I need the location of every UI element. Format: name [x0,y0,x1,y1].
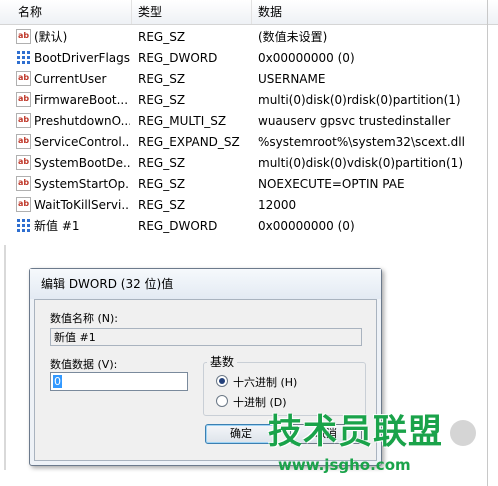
value-data: 0x00000000 (0) [258,51,355,65]
value-name: SystemBootDe... [34,156,130,170]
string-value-icon: ab [16,92,31,107]
registry-value-row[interactable]: ab PreshutdownO... REG_MULTI_SZ wuauserv gp… [0,111,498,132]
value-data: (数值未设置) [258,30,328,44]
registry-value-row[interactable]: ab (默认) REG_SZ (数值未设置) [0,27,498,48]
registry-value-list: 名称 类型 数据 ab (默认) REG_SZ (数值未设置) BootDriverFl… [0,0,498,245]
list-header: 名称 类型 数据 [0,0,498,25]
base-group-title: 基数 [207,353,238,370]
value-data-text: 0 [53,375,62,388]
value-type: REG_SZ [138,177,186,191]
watermark-url: www.jsgho.com [278,456,411,474]
column-header-data[interactable]: 数据 [254,0,498,24]
value-name: WaitToKillServi... [34,198,130,212]
value-type: REG_SZ [138,93,186,107]
value-name: FirmwareBoot... [34,93,129,107]
value-data: wuauserv gpsvc trustedinstaller [258,114,451,128]
radio-decimal[interactable] [216,395,228,407]
value-name-label: 数值名称 (N): [50,312,119,325]
radio-hex[interactable] [216,375,228,387]
value-type: REG_SZ [138,72,186,86]
watermark: 技术员联盟 www.jsgho.com [268,410,476,482]
string-value-icon: ab [16,29,31,44]
value-data-input[interactable]: 0 [50,372,188,391]
value-name: BootDriverFlags [34,51,130,65]
value-type: REG_DWORD [138,51,218,65]
value-data: %systemroot%\system32\scext.dll [258,135,465,149]
right-scroll-edge [487,0,488,486]
value-name: 新值 #1 [34,219,80,233]
string-value-icon: ab [16,113,31,128]
watermark-brand: 技术员联盟 [268,412,443,452]
registry-value-row[interactable]: ab FirmwareBoot... REG_SZ multi(0)disk(0)rd… [0,90,498,111]
value-type: REG_MULTI_SZ [138,114,227,128]
string-value-icon: ab [16,197,31,212]
registry-value-row[interactable]: ab CurrentUser REG_SZ USERNAME [0,69,498,90]
value-name: ServiceControl... [34,135,130,149]
column-header-name[interactable]: 名称 [14,0,132,24]
string-value-icon: ab [16,71,31,86]
registry-value-row[interactable]: ab SystemStartOp... REG_SZ NOEXECUTE=OPTIN… [0,174,498,195]
string-value-icon: ab [16,176,31,191]
left-border [4,245,6,470]
dialog-title: 编辑 DWORD (32 位)值 [41,277,174,291]
dialog-title-bar[interactable]: 编辑 DWORD (32 位)值 [30,269,381,299]
value-data-label: 数值数据 (V): [50,358,118,371]
watermark-decoration [450,420,476,446]
value-name: CurrentUser [34,72,107,86]
radio-decimal-label[interactable]: 十进制 (D) [233,394,287,410]
value-data: 0x00000000 (0) [258,219,355,233]
ok-button[interactable]: 确定 [205,424,277,444]
value-type: REG_SZ [138,156,186,170]
registry-value-row[interactable]: ab WaitToKillServi... REG_SZ 12000 [0,195,498,216]
binary-value-icon [16,218,31,233]
value-name: SystemStartOp... [34,177,130,191]
value-name: PreshutdownO... [34,114,130,128]
string-value-icon: ab [16,134,31,149]
registry-value-row[interactable]: ab SystemBootDe... REG_SZ multi(0)disk(0)vd… [0,153,498,174]
registry-value-row[interactable]: 新值 #1 REG_DWORD 0x00000000 (0) [0,216,498,237]
value-name-field: 新值 #1 [50,328,362,346]
value-data: multi(0)disk(0)rdisk(0)partition(1) [258,93,461,107]
value-type: REG_SZ [138,198,186,212]
value-type: REG_DWORD [138,219,218,233]
column-header-type[interactable]: 类型 [134,0,252,24]
string-value-icon: ab [16,155,31,170]
registry-value-row[interactable]: BootDriverFlags REG_DWORD 0x00000000 (0) [0,48,498,69]
value-data: multi(0)disk(0)vdisk(0)partition(1) [258,156,463,170]
value-data: USERNAME [258,72,326,86]
value-type: REG_EXPAND_SZ [138,135,240,149]
value-type: REG_SZ [138,30,186,44]
registry-value-row[interactable]: ab ServiceControl... REG_EXPAND_SZ %systemr… [0,132,498,153]
value-data: NOEXECUTE=OPTIN PAE [258,177,405,191]
value-data: 12000 [258,198,297,212]
radio-hex-label[interactable]: 十六进制 (H) [233,374,297,390]
binary-value-icon [16,50,31,65]
value-name: (默认) [34,30,68,44]
